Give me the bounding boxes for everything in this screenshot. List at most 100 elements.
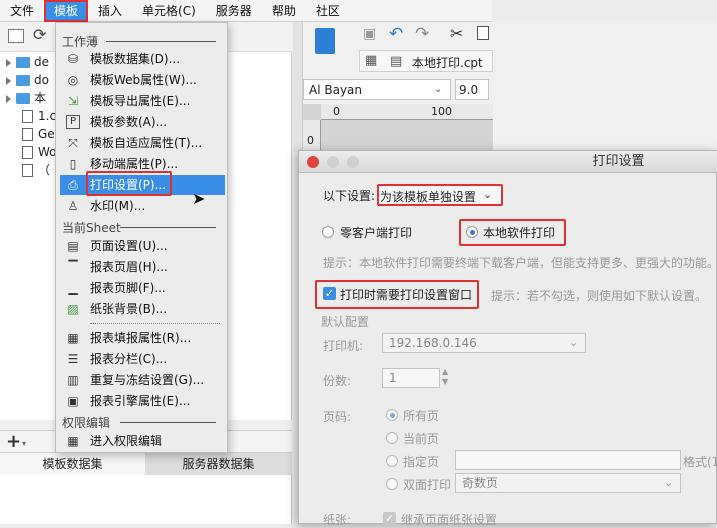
chevron-down-icon: ⌄ (664, 476, 674, 489)
menu-item-footer[interactable]: ▁ 报表页脚(F)... (60, 278, 225, 298)
duplex-select[interactable]: 奇数页 ⌄ (455, 473, 681, 493)
font-size-input[interactable]: 9.0 (455, 79, 489, 100)
image-icon: ▨ (67, 302, 79, 316)
zero-client-label: 零客户端打印 (340, 226, 413, 240)
default-config-heading: 默认配置 (321, 315, 370, 329)
menu-item-template-adaptive[interactable]: ⤧ 模板自适应属性(T)... (60, 133, 225, 153)
freeze-icon: ▥ (67, 373, 79, 387)
expand-arrow-icon[interactable] (6, 94, 11, 103)
save-icon[interactable]: ▣ (363, 26, 376, 42)
ruler-label: 0 (307, 134, 314, 147)
radio-specified-pages[interactable] (386, 455, 398, 467)
stepper-icon[interactable]: ▲ ▼ (442, 367, 448, 387)
radio-zero-client[interactable] (322, 226, 334, 238)
tree-item[interactable]: Wo (22, 142, 57, 162)
side-collapse-bar[interactable] (293, 22, 303, 152)
divider (120, 422, 216, 423)
expand-arrow-icon[interactable] (6, 76, 11, 85)
menu-item-fill-attribute[interactable]: ▦ 报表填报属性(R)... (60, 328, 225, 348)
header-icon: ▔ (68, 260, 78, 274)
file-icon (22, 146, 33, 159)
folder-icon (16, 75, 30, 86)
add-icon[interactable]: + (6, 431, 21, 452)
folder-icon (16, 57, 30, 68)
template-icon[interactable] (313, 28, 337, 64)
menu-item-permission-edit[interactable]: ▦ 进入权限编辑 (60, 431, 225, 451)
menu-help[interactable]: 帮助 (262, 0, 306, 22)
undo-icon[interactable]: ↶ (389, 24, 403, 44)
font-select[interactable]: Al Bayan ⌄ (303, 79, 451, 100)
minimize-icon[interactable] (327, 156, 339, 168)
maximize-icon[interactable] (347, 156, 359, 168)
setting-scope-label: 以下设置: (323, 189, 376, 203)
checkbox-need-dialog[interactable]: ✓ (323, 287, 336, 300)
tree-item[interactable]: 1.c (22, 106, 56, 126)
printer-select[interactable]: 192.168.0.146 ⌄ (382, 333, 586, 353)
tab-template-file[interactable]: ▦ ▤ 本地打印.cpt (359, 50, 493, 72)
new-folder-icon[interactable] (8, 29, 24, 43)
tree-item[interactable]: de (0, 52, 49, 72)
font-size-value: 9.0 (459, 83, 479, 97)
chevron-down-icon[interactable]: ▾ (22, 439, 26, 448)
section-workbook: 工作薄 (62, 35, 99, 49)
expand-arrow-icon[interactable] (6, 58, 11, 67)
dialog-title: 打印设置 (592, 154, 645, 169)
tree-item[interactable]: Ge (22, 124, 55, 144)
globe-icon: ◎ (67, 73, 79, 87)
print-settings-dialog: 打印设置 以下设置: 为该模板单独设置 ⌄ 零客户端打印 本地软件打印 提示：本… (298, 150, 717, 527)
menu-item-repeat-freeze[interactable]: ▥ 重复与冻结设置(G)... (60, 370, 225, 390)
tree-item[interactable]: （ (22, 160, 50, 180)
specified-pages-input[interactable] (455, 450, 681, 470)
menu-item-template-param[interactable]: P 模板参数(A)... (60, 112, 225, 132)
menu-item-template-web[interactable]: ◎ 模板Web属性(W)... (60, 70, 225, 90)
refresh-icon[interactable]: ⟳ (33, 25, 46, 44)
copies-input[interactable]: 1 (382, 368, 440, 388)
divider (90, 323, 220, 324)
tab-template-dataset[interactable]: 模板数据集 (0, 453, 145, 475)
ruler-area: 0 100 0 (303, 104, 493, 152)
dataset-tabs: 模板数据集 服务器数据集 (0, 452, 292, 475)
menu-file[interactable]: 文件 (0, 0, 44, 22)
local-print-label: 本地软件打印 (483, 226, 556, 240)
menu-template[interactable]: 模板 (44, 0, 89, 22)
menu-insert[interactable]: 插入 (88, 0, 132, 22)
menu-item-mobile[interactable]: ▯ 移动端属性(P)... (60, 154, 225, 174)
radio-all-pages[interactable] (386, 409, 398, 421)
section-permission: 权限编辑 (62, 416, 111, 430)
ruler-label: 100 (431, 105, 452, 118)
database-icon: ⛁ (67, 52, 79, 66)
horizontal-ruler: 0 100 (321, 104, 493, 120)
hint-local-print: 提示：本地软件打印需要终端下载客户端，但能支持更多、更强大的功能。 (323, 256, 717, 270)
columns-icon: ☰ (67, 352, 79, 366)
tree-item[interactable]: do (0, 70, 49, 90)
tree-item[interactable]: 本 (0, 88, 46, 108)
menu-item-page-setup[interactable]: ▤ 页面设置(U)... (60, 236, 225, 256)
menu-item-template-export[interactable]: ⇲ 模板导出属性(E)... (60, 91, 225, 111)
menu-item-header[interactable]: ▔ 报表页眉(H)... (60, 257, 225, 277)
cut-icon[interactable]: ✂ (450, 24, 463, 43)
checkbox-inherit-paper[interactable]: ✓ (383, 512, 396, 525)
menu-community[interactable]: 社区 (306, 0, 350, 22)
printer-icon: ⎙ (68, 178, 78, 192)
radio-local-print[interactable] (466, 226, 478, 238)
mobile-icon: ▯ (69, 157, 77, 171)
footer-icon: ▁ (68, 281, 78, 295)
chevron-down-icon: ⌄ (483, 188, 493, 201)
menu-item-columns[interactable]: ☰ 报表分栏(C)... (60, 349, 225, 369)
menu-item-engine[interactable]: ▣ 报表引擎属性(E)... (60, 391, 225, 411)
tab-server-dataset[interactable]: 服务器数据集 (145, 453, 292, 475)
menu-cell[interactable]: 单元格(C) (132, 0, 206, 22)
copy-icon[interactable] (477, 26, 489, 40)
inherit-paper-label: 继承页面纸张设置 (401, 513, 498, 527)
redo-icon[interactable]: ↷ (415, 24, 429, 44)
menu-server[interactable]: 服务器 (206, 0, 262, 22)
menu-item-template-dataset[interactable]: ⛁ 模板数据集(D)... (60, 49, 225, 69)
radio-duplex[interactable] (386, 478, 398, 490)
setting-scope-select[interactable]: 为该模板单独设置 ⌄ (377, 184, 503, 206)
menu-item-paper-background[interactable]: ▨ 纸张背景(B)... (60, 299, 225, 319)
radio-current-page[interactable] (386, 432, 398, 444)
adaptive-icon: ⤧ (68, 136, 78, 150)
close-icon[interactable] (307, 156, 319, 168)
file-icon (22, 128, 33, 141)
specified-pages-label: 指定页 (403, 455, 440, 469)
